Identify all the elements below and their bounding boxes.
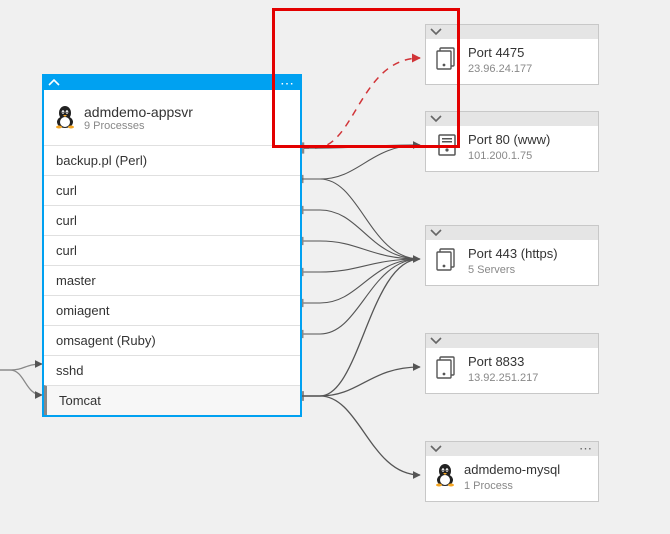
dest-subtitle: 13.92.251.217: [468, 372, 538, 385]
servers-icon: [434, 246, 460, 277]
more-icon[interactable]: ⋯: [579, 441, 594, 457]
process-item[interactable]: sshd: [44, 355, 300, 385]
process-label: omiagent: [56, 303, 109, 318]
process-label: Tomcat: [59, 393, 101, 408]
process-item[interactable]: omiagent: [44, 295, 300, 325]
server-node[interactable]: ⋯ admdemo-appsvr 9 Processes backup.pl (…: [42, 74, 302, 417]
dest-subtitle: 1 Process: [464, 480, 560, 493]
process-item[interactable]: master: [44, 265, 300, 295]
server-header: admdemo-appsvr 9 Processes: [44, 90, 300, 145]
dest-collapse-bar[interactable]: [426, 25, 598, 39]
dest-body: Port 443 (https) 5 Servers: [426, 240, 598, 285]
dest-title: Port 80 (www): [468, 132, 550, 148]
dest-title: Port 443 (https): [468, 246, 558, 262]
dest-collapse-bar[interactable]: [426, 226, 598, 240]
chevron-down-icon: [430, 337, 442, 345]
dest-subtitle: 101.200.1.75: [468, 150, 550, 163]
tux-icon: [434, 462, 456, 493]
chevron-down-icon: [430, 115, 442, 123]
process-label: sshd: [56, 363, 83, 378]
process-label: backup.pl (Perl): [56, 153, 147, 168]
process-label: curl: [56, 243, 77, 258]
dest-title: admdemo-mysql: [464, 462, 560, 478]
servers-icon: [434, 354, 460, 385]
dest-title: Port 8833: [468, 354, 538, 370]
server-name: admdemo-appsvr: [84, 104, 193, 120]
dest-collapse-bar[interactable]: ⋯: [426, 442, 598, 456]
server-icon: [434, 132, 460, 163]
chevron-down-icon: [430, 229, 442, 237]
chevron-up-icon: [48, 79, 60, 87]
process-item[interactable]: curl: [44, 205, 300, 235]
dest-body: Port 8833 13.92.251.217: [426, 348, 598, 393]
dest-body: Port 4475 23.96.24.177: [426, 39, 598, 84]
server-collapse-bar[interactable]: ⋯: [44, 76, 300, 90]
process-label: omsagent (Ruby): [56, 333, 156, 348]
process-item[interactable]: curl: [44, 175, 300, 205]
process-item[interactable]: backup.pl (Perl): [44, 145, 300, 175]
chevron-down-icon: [430, 445, 442, 453]
dest-body: Port 80 (www) 101.200.1.75: [426, 126, 598, 171]
destination-node[interactable]: Port 8833 13.92.251.217: [425, 333, 599, 394]
dest-collapse-bar[interactable]: [426, 112, 598, 126]
process-item[interactable]: omsagent (Ruby): [44, 325, 300, 355]
servers-icon: [434, 45, 460, 76]
destination-node[interactable]: Port 443 (https) 5 Servers: [425, 225, 599, 286]
dest-body: admdemo-mysql 1 Process: [426, 456, 598, 501]
tux-icon: [54, 104, 76, 135]
chevron-down-icon: [430, 28, 442, 36]
destination-node[interactable]: Port 80 (www) 101.200.1.75: [425, 111, 599, 172]
process-item[interactable]: curl: [44, 235, 300, 265]
process-label: curl: [56, 213, 77, 228]
server-subtitle: 9 Processes: [84, 120, 193, 132]
dest-subtitle: 23.96.24.177: [468, 63, 532, 76]
more-icon[interactable]: ⋯: [280, 76, 296, 90]
dest-collapse-bar[interactable]: [426, 334, 598, 348]
dest-subtitle: 5 Servers: [468, 264, 558, 277]
process-label: curl: [56, 183, 77, 198]
dest-title: Port 4475: [468, 45, 532, 61]
process-label: master: [56, 273, 96, 288]
process-item[interactable]: Tomcat: [44, 385, 300, 415]
process-list: backup.pl (Perl) curl curl curl master omiage…: [44, 145, 300, 415]
destination-node[interactable]: Port 4475 23.96.24.177: [425, 24, 599, 85]
destination-node[interactable]: ⋯ admdemo-mysql 1 Process: [425, 441, 599, 502]
